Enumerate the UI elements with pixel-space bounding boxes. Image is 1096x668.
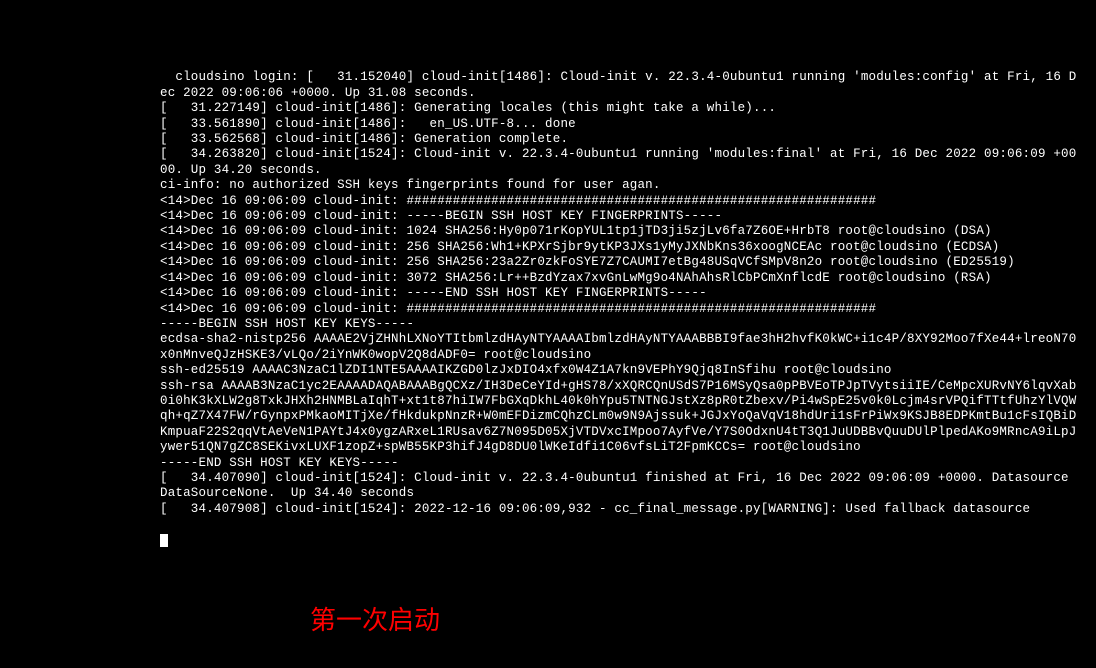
terminal-text: cloudsino login: [ 31.152040] cloud-init… <box>160 70 1076 515</box>
terminal-cursor <box>160 534 168 547</box>
terminal-output: cloudsino login: [ 31.152040] cloud-init… <box>160 55 1080 548</box>
caption-label: 第一次启动 <box>310 600 440 637</box>
